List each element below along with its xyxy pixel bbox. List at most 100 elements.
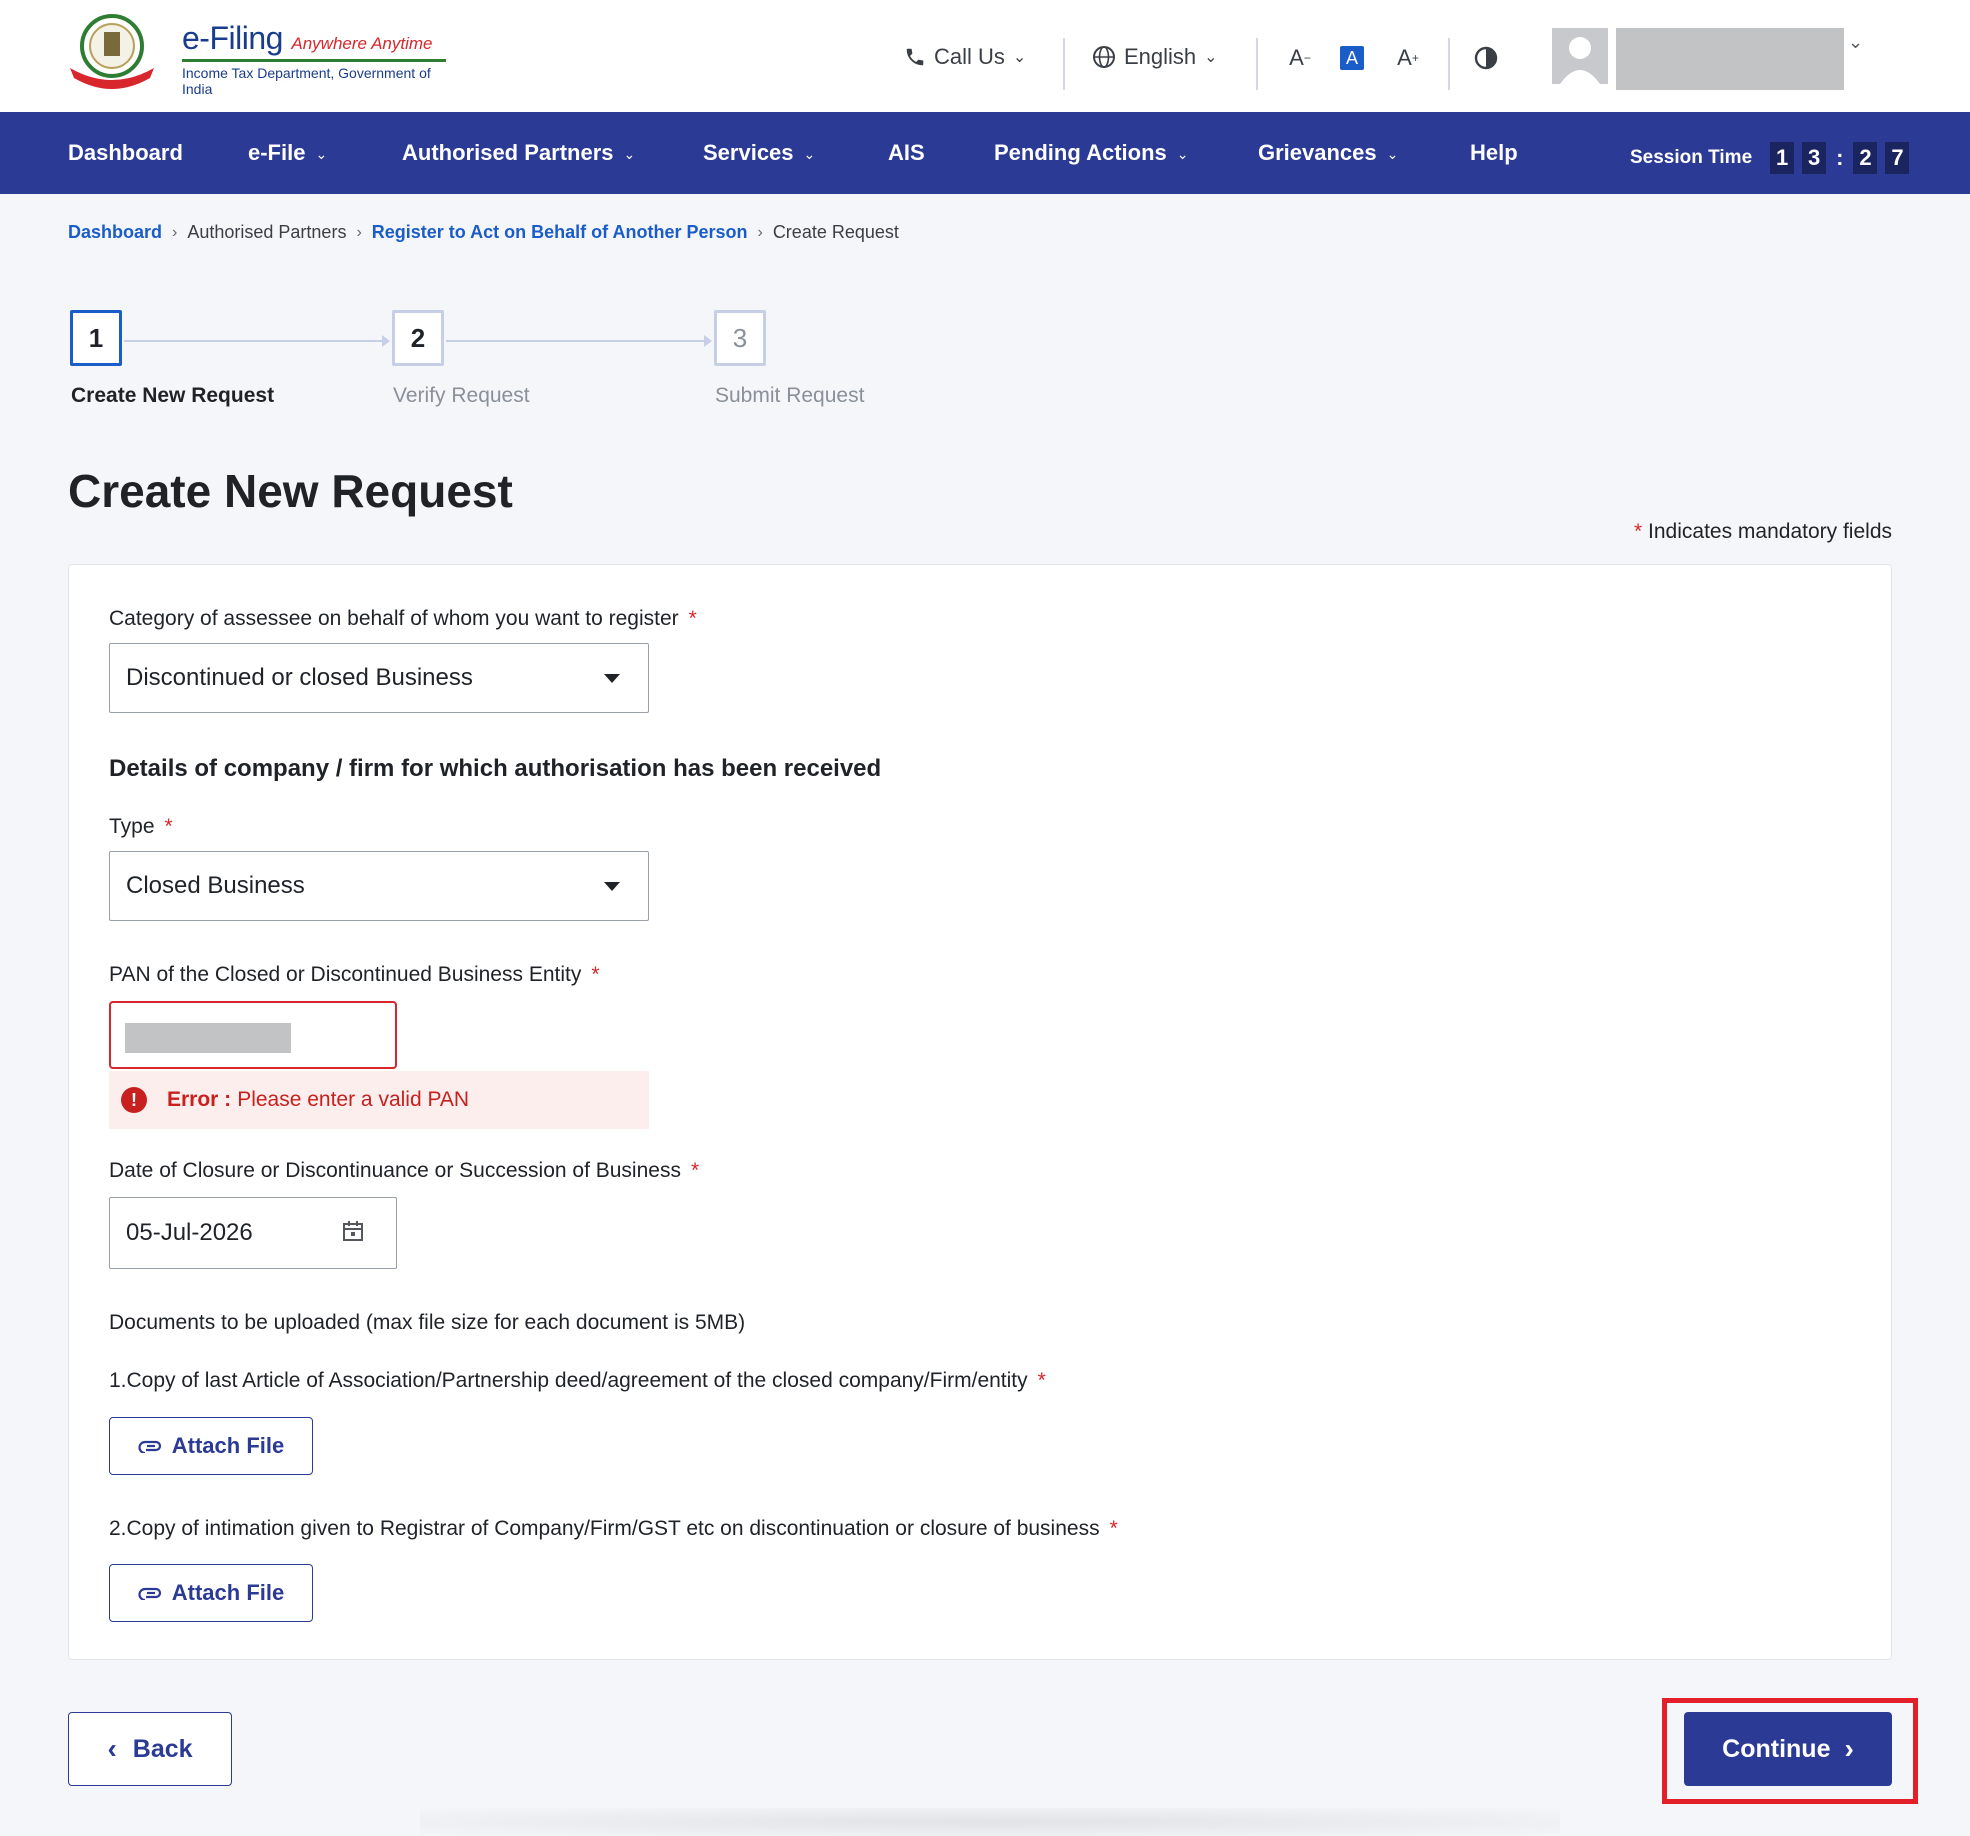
globe-icon bbox=[1093, 46, 1115, 68]
step-2-label: Verify Request bbox=[393, 384, 530, 407]
category-label: Category of assessee on behalf of whom y… bbox=[109, 607, 697, 630]
header-divider bbox=[1256, 38, 1258, 90]
chevron-down-icon[interactable]: ⌄ bbox=[1848, 32, 1863, 53]
chevron-down-icon: ⌄ bbox=[315, 145, 328, 162]
brand-tagline: Anywhere Anytime bbox=[291, 34, 433, 53]
paperclip-icon bbox=[138, 1587, 161, 1600]
step-3-indicator: 3 bbox=[714, 310, 766, 366]
breadcrumb-dashboard[interactable]: Dashboard bbox=[68, 222, 162, 243]
nav-efile[interactable]: e-File ⌄ bbox=[248, 140, 327, 166]
caret-down-icon bbox=[604, 674, 620, 683]
breadcrumb-register-behalf[interactable]: Register to Act on Behalf of Another Per… bbox=[372, 222, 748, 243]
chevron-down-icon: ⌄ bbox=[623, 145, 636, 162]
attach-file-button-doc1[interactable]: Attach File bbox=[109, 1417, 313, 1475]
doc1-label: 1.Copy of last Article of Association/Pa… bbox=[109, 1369, 1046, 1392]
request-form-card: Category of assessee on behalf of whom y… bbox=[68, 564, 1892, 1660]
chevron-right-icon: › bbox=[172, 223, 178, 241]
category-select[interactable]: Discontinued or closed Business bbox=[109, 643, 649, 713]
attach-file-label: Attach File bbox=[171, 1580, 285, 1605]
nav-grievances[interactable]: Grievances ⌄ bbox=[1258, 140, 1398, 166]
chevron-down-icon: ⌄ bbox=[1176, 145, 1189, 162]
type-label: Type * bbox=[109, 815, 173, 838]
chevron-right-icon: › bbox=[1844, 1733, 1854, 1764]
attach-file-button-doc2[interactable]: Attach File bbox=[109, 1564, 313, 1622]
documents-label: Documents to be uploaded (max file size … bbox=[109, 1311, 746, 1334]
phone-icon bbox=[906, 48, 924, 66]
session-digit: 1 bbox=[1770, 142, 1795, 174]
breadcrumb-create-request: Create Request bbox=[772, 222, 899, 242]
main-nav: Dashboard e-File ⌄ Authorised Partners ⌄ S… bbox=[0, 112, 1970, 194]
page-title: Create New Request bbox=[68, 465, 513, 517]
doc2-label: 2.Copy of intimation given to Registrar … bbox=[109, 1517, 1118, 1540]
type-value: Closed Business bbox=[126, 872, 305, 899]
footer-shadow bbox=[420, 1808, 1560, 1836]
step-1-label: Create New Request bbox=[71, 384, 275, 407]
avatar[interactable] bbox=[1552, 28, 1608, 84]
continue-button[interactable]: Continue › bbox=[1684, 1712, 1892, 1786]
header-divider bbox=[1063, 38, 1065, 90]
session-label: Session Time bbox=[1630, 147, 1753, 168]
breadcrumb: Dashboard › Authorised Partners › Regist… bbox=[68, 222, 899, 243]
pan-input[interactable] bbox=[109, 1001, 397, 1069]
nav-authorised-partners[interactable]: Authorised Partners ⌄ bbox=[402, 140, 635, 166]
chevron-down-icon: ⌄ bbox=[1012, 49, 1027, 66]
step-2-indicator: 2 bbox=[392, 310, 444, 366]
step-3-label: Submit Request bbox=[715, 384, 865, 407]
contrast-icon[interactable] bbox=[1472, 44, 1500, 72]
date-label: Date of Closure or Discontinuance or Suc… bbox=[109, 1159, 700, 1182]
session-digit: 2 bbox=[1853, 142, 1878, 174]
chevron-left-icon: ‹ bbox=[107, 1733, 117, 1764]
continue-label: Continue bbox=[1722, 1734, 1831, 1763]
header-divider bbox=[1448, 38, 1450, 90]
font-decrease-icon[interactable]: A − bbox=[1286, 44, 1314, 72]
step-1-indicator: 1 bbox=[70, 310, 122, 366]
nav-pending-actions[interactable]: Pending Actions ⌄ bbox=[994, 140, 1188, 166]
chevron-down-icon: ⌄ bbox=[803, 145, 816, 162]
attach-file-label: Attach File bbox=[171, 1433, 285, 1458]
chevron-right-icon: › bbox=[757, 223, 763, 241]
type-select[interactable]: Closed Business bbox=[109, 851, 649, 921]
redacted-pan-value bbox=[125, 1023, 291, 1053]
date-value: 05-Jul-2026 bbox=[126, 1219, 253, 1246]
error-text: Please enter a valid PAN bbox=[237, 1088, 470, 1111]
caret-down-icon bbox=[604, 882, 620, 891]
back-button[interactable]: ‹ Back bbox=[68, 1712, 232, 1786]
redacted-username[interactable] bbox=[1616, 28, 1844, 90]
income-tax-emblem-logo[interactable] bbox=[66, 12, 158, 90]
top-header: e-Filing Anywhere Anytime Income Tax Dep… bbox=[0, 0, 1970, 112]
call-us-dropdown[interactable]: Call Us ⌄ bbox=[904, 44, 1026, 70]
chevron-down-icon: ⌄ bbox=[1204, 49, 1218, 66]
details-heading: Details of company / firm for which auth… bbox=[109, 755, 882, 782]
pan-error-message: ! Error : Please enter a valid PAN bbox=[109, 1071, 649, 1129]
nav-services[interactable]: Services ⌄ bbox=[703, 140, 815, 166]
pan-label: PAN of the Closed or Discontinued Busine… bbox=[109, 963, 600, 986]
call-us-label: Call Us bbox=[934, 44, 1005, 69]
brand-block: e-Filing Anywhere Anytime Income Tax Dep… bbox=[182, 20, 446, 97]
brand-subtitle: Income Tax Department, Government of Ind… bbox=[182, 59, 446, 97]
category-value: Discontinued or closed Business bbox=[126, 664, 473, 691]
brand-title: e-Filing bbox=[182, 20, 283, 56]
error-icon: ! bbox=[121, 1087, 147, 1113]
chevron-down-icon: ⌄ bbox=[1386, 145, 1399, 162]
language-dropdown[interactable]: English ⌄ bbox=[1092, 44, 1218, 70]
session-digit: 7 bbox=[1885, 142, 1910, 174]
language-label: English bbox=[1124, 44, 1197, 69]
step-connector bbox=[124, 335, 390, 347]
paperclip-icon bbox=[138, 1440, 161, 1453]
session-timer: Session Time 1 3 : 2 7 bbox=[1630, 142, 1910, 174]
nav-dashboard[interactable]: Dashboard bbox=[68, 140, 183, 166]
back-label: Back bbox=[132, 1734, 193, 1763]
step-connector bbox=[446, 335, 712, 347]
font-increase-icon[interactable]: A + bbox=[1394, 44, 1422, 72]
session-colon: : bbox=[1836, 145, 1844, 170]
closure-date-input[interactable]: 05-Jul-2026 bbox=[109, 1197, 397, 1269]
error-prefix: Error : bbox=[167, 1088, 232, 1111]
nav-ais[interactable]: AIS bbox=[888, 140, 925, 166]
breadcrumb-authorised-partners: Authorised Partners bbox=[187, 222, 347, 242]
mandatory-note: * Indicates mandatory fields bbox=[1634, 520, 1892, 543]
calendar-icon[interactable] bbox=[342, 1220, 364, 1242]
nav-help[interactable]: Help bbox=[1470, 140, 1518, 166]
font-default-icon[interactable]: A bbox=[1340, 46, 1364, 70]
chevron-right-icon: › bbox=[356, 223, 362, 241]
session-digit: 3 bbox=[1802, 142, 1827, 174]
